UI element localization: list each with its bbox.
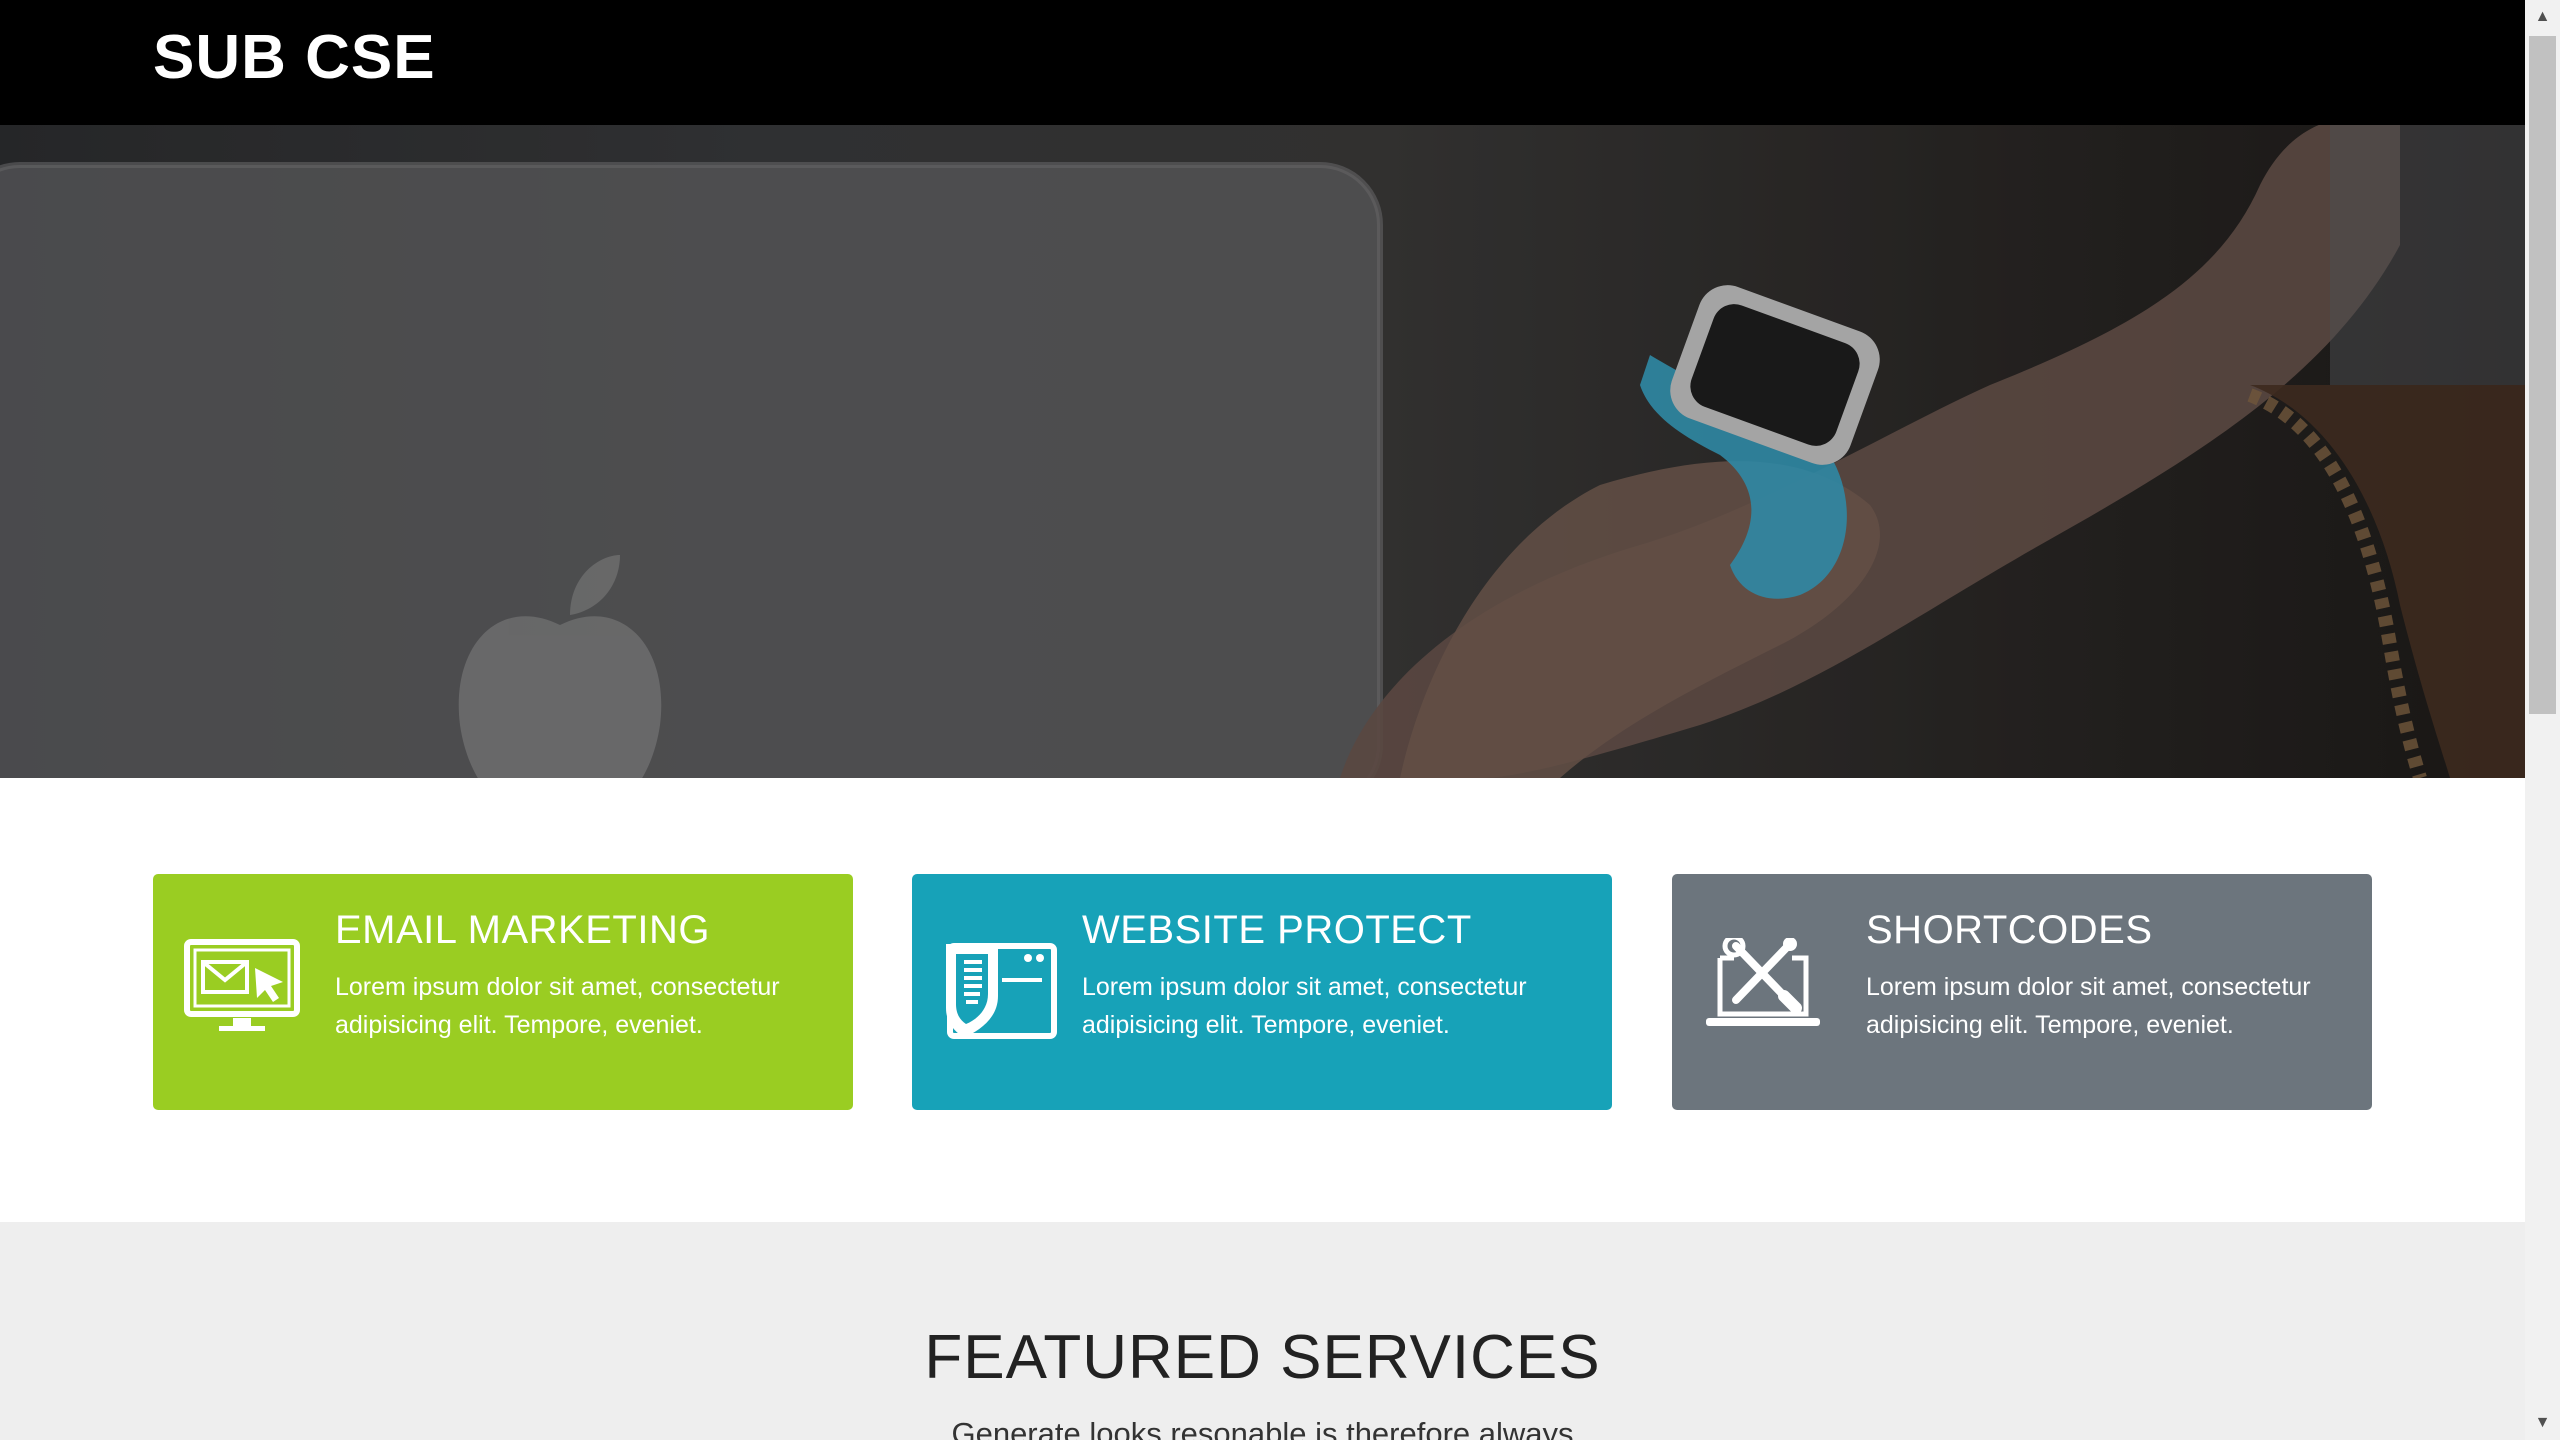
scrollbar-thumb[interactable] — [2529, 36, 2556, 714]
navbar: SUB CSE — [0, 0, 2525, 125]
feature-title: SHORTCODES — [1866, 908, 2153, 952]
brand-logo-link[interactable]: SUB CSE — [153, 20, 436, 96]
featured-services-section: FEATURED SERVICES Generate looks resonab… — [0, 1222, 2525, 1440]
feature-box-shortcodes[interactable]: SHORTCODES Lorem ipsum dolor sit amet, c… — [1672, 874, 2372, 1110]
shield-window-icon — [946, 943, 1057, 1039]
scroll-down-arrow-icon[interactable]: ▼ — [2525, 1406, 2560, 1440]
features-section: EMAIL MARKETING Lorem ipsum dolor sit am… — [0, 778, 2525, 1222]
email-monitor-icon — [184, 939, 300, 1031]
section-subtext: Generate looks resonable is therefore al… — [951, 1416, 1574, 1440]
page: SUB CSE EMAIL MARKETING Lorem ipsum dolo… — [0, 0, 2525, 1440]
section-heading: FEATURED SERVICES — [924, 1323, 1601, 1392]
feature-box-website-protect[interactable]: WEBSITE PROTECT Lorem ipsum dolor sit am… — [912, 874, 1612, 1110]
feature-title: WEBSITE PROTECT — [1082, 908, 1472, 952]
hero-banner — [0, 125, 2525, 778]
feature-text: Lorem ipsum dolor sit amet, consectetur … — [1082, 973, 1527, 1039]
feature-text: Lorem ipsum dolor sit amet, consectetur … — [1866, 973, 2311, 1039]
feature-box-email-marketing[interactable]: EMAIL MARKETING Lorem ipsum dolor sit am… — [153, 874, 853, 1110]
feature-text: Lorem ipsum dolor sit amet, consectetur … — [335, 973, 780, 1039]
vertical-scrollbar[interactable]: ▲ ▼ — [2525, 0, 2560, 1440]
scroll-up-arrow-icon[interactable]: ▲ — [2525, 0, 2560, 34]
feature-title: EMAIL MARKETING — [335, 908, 710, 952]
laptop-tools-icon — [1706, 938, 1820, 1026]
